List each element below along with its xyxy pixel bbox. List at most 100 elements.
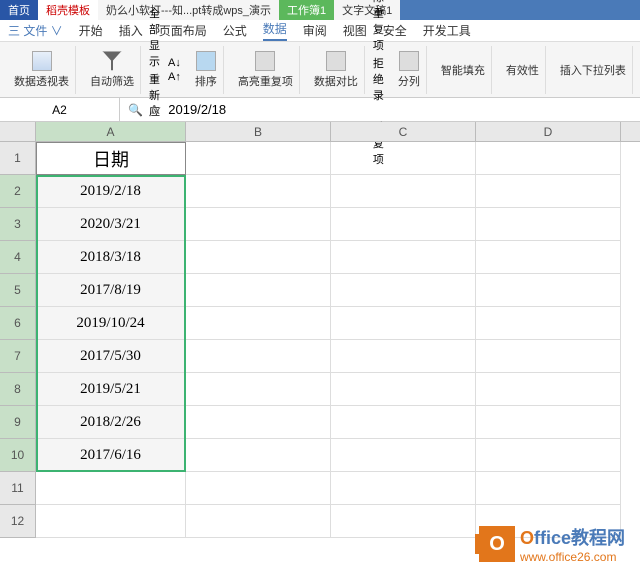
split-group[interactable]: 分列 bbox=[392, 46, 427, 94]
col-header-d[interactable]: D bbox=[476, 122, 621, 141]
cell-b8[interactable] bbox=[186, 373, 331, 406]
row-header-4[interactable]: 4 bbox=[0, 241, 36, 274]
fill-group[interactable]: 智能填充 bbox=[435, 46, 492, 94]
row-header-3[interactable]: 3 bbox=[0, 208, 36, 241]
cell-c9[interactable] bbox=[331, 406, 476, 439]
cell-d4[interactable] bbox=[476, 241, 621, 274]
cell-c8[interactable] bbox=[331, 373, 476, 406]
menu-formula[interactable]: 公式 bbox=[223, 22, 247, 39]
cell-c11[interactable] bbox=[331, 472, 476, 505]
row-header-12[interactable]: 12 bbox=[0, 505, 36, 538]
cell-a1[interactable]: 日期 bbox=[36, 142, 186, 175]
cell-a11[interactable] bbox=[36, 472, 186, 505]
cell-b2[interactable] bbox=[186, 175, 331, 208]
cell-a8[interactable]: 2019/5/21 bbox=[36, 373, 186, 406]
tab-home[interactable]: 首页 bbox=[0, 0, 38, 20]
cell-b10[interactable] bbox=[186, 439, 331, 472]
valid-group[interactable]: 有效性 bbox=[500, 46, 546, 94]
cell-d9[interactable] bbox=[476, 406, 621, 439]
cell-c4[interactable] bbox=[331, 241, 476, 274]
filter-group[interactable]: 自动筛选 bbox=[84, 46, 141, 94]
cell-d10[interactable] bbox=[476, 439, 621, 472]
row-header-5[interactable]: 5 bbox=[0, 274, 36, 307]
tab-doc2[interactable]: 文字文稿1 bbox=[334, 0, 400, 20]
cell-a5[interactable]: 2017/8/19 bbox=[36, 274, 186, 307]
cell-b1[interactable] bbox=[186, 142, 331, 175]
row-header-7[interactable]: 7 bbox=[0, 340, 36, 373]
cell-c10[interactable] bbox=[331, 439, 476, 472]
cell-a9[interactable]: 2018/2/26 bbox=[36, 406, 186, 439]
sort-asc[interactable]: A↓ bbox=[168, 57, 181, 69]
menu-start[interactable]: 开始 bbox=[79, 22, 103, 39]
cell-c6[interactable] bbox=[331, 307, 476, 340]
cell-d2[interactable] bbox=[476, 175, 621, 208]
menu-bar: 三 文件 ∨ 开始 插入 页面布局 公式 数据 审阅 视图 安全 开发工具 bbox=[0, 20, 640, 42]
show-all[interactable]: 全部显示 bbox=[149, 5, 160, 69]
file-menu[interactable]: 三 文件 ∨ bbox=[8, 22, 63, 39]
cell-d3[interactable] bbox=[476, 208, 621, 241]
sort-icons: A↓ A↑ bbox=[168, 57, 181, 83]
cell-b11[interactable] bbox=[186, 472, 331, 505]
tab-sheet[interactable]: 工作簿1 bbox=[279, 0, 334, 20]
cell-a12[interactable] bbox=[36, 505, 186, 538]
cell-b12[interactable] bbox=[186, 505, 331, 538]
cell-d8[interactable] bbox=[476, 373, 621, 406]
cell-b4[interactable] bbox=[186, 241, 331, 274]
cell-a6[interactable]: 2019/10/24 bbox=[36, 307, 186, 340]
row-header-2[interactable]: 2 bbox=[0, 175, 36, 208]
row-header-10[interactable]: 10 bbox=[0, 439, 36, 472]
cell-c1[interactable] bbox=[331, 142, 476, 175]
dropdown-group[interactable]: 插入下拉列表 bbox=[554, 46, 633, 94]
cell-d5[interactable] bbox=[476, 274, 621, 307]
cell-a2[interactable]: 2019/2/18 bbox=[36, 175, 186, 208]
compare-group[interactable]: 数据对比 bbox=[308, 46, 365, 94]
sort-group[interactable]: 排序 bbox=[189, 46, 224, 94]
menu-security[interactable]: 安全 bbox=[383, 22, 407, 39]
menu-insert[interactable]: 插入 bbox=[119, 22, 143, 39]
cell-c7[interactable] bbox=[331, 340, 476, 373]
col-header-b[interactable]: B bbox=[186, 122, 331, 141]
row-header-11[interactable]: 11 bbox=[0, 472, 36, 505]
cell-a4[interactable]: 2018/3/18 bbox=[36, 241, 186, 274]
row-header-8[interactable]: 8 bbox=[0, 373, 36, 406]
row-header-1[interactable]: 1 bbox=[0, 142, 36, 175]
tab-doc1[interactable]: 奶么小软打---知...pt转成wps_演示 bbox=[98, 0, 279, 20]
col-header-a[interactable]: A bbox=[36, 122, 186, 141]
cell-a3[interactable]: 2020/3/21 bbox=[36, 208, 186, 241]
menu-data[interactable]: 数据 bbox=[263, 20, 287, 41]
cell-b7[interactable] bbox=[186, 340, 331, 373]
row-header-9[interactable]: 9 bbox=[0, 406, 36, 439]
tab-template[interactable]: 稻壳模板 bbox=[38, 0, 98, 20]
cell-b5[interactable] bbox=[186, 274, 331, 307]
menu-review[interactable]: 审阅 bbox=[303, 22, 327, 39]
menu-dev[interactable]: 开发工具 bbox=[423, 22, 471, 39]
fx-icon[interactable]: fx bbox=[151, 103, 160, 117]
cell-d6[interactable] bbox=[476, 307, 621, 340]
highlight-group[interactable]: 高亮重复项 bbox=[232, 46, 300, 94]
select-all-corner[interactable] bbox=[0, 122, 36, 141]
cell-c12[interactable] bbox=[331, 505, 476, 538]
name-box-input[interactable] bbox=[8, 103, 111, 117]
cell-d1[interactable] bbox=[476, 142, 621, 175]
zoom-icon[interactable]: 🔍 bbox=[128, 103, 143, 117]
cell-c3[interactable] bbox=[331, 208, 476, 241]
cell-c5[interactable] bbox=[331, 274, 476, 307]
cell-d11[interactable] bbox=[476, 472, 621, 505]
pivot-group[interactable]: 数据透视表 bbox=[8, 46, 76, 94]
menu-view[interactable]: 视图 bbox=[343, 22, 367, 39]
cell-a10[interactable]: 2017/6/16 bbox=[36, 439, 186, 472]
sort-desc[interactable]: A↑ bbox=[168, 71, 181, 83]
cell-b6[interactable] bbox=[186, 307, 331, 340]
cell-d7[interactable] bbox=[476, 340, 621, 373]
col-header-c[interactable]: C bbox=[331, 122, 476, 141]
remove-dup[interactable]: 删除重复项 bbox=[373, 0, 384, 53]
cell-b3[interactable] bbox=[186, 208, 331, 241]
cell-c2[interactable] bbox=[331, 175, 476, 208]
row-header-6[interactable]: 6 bbox=[0, 307, 36, 340]
name-box[interactable] bbox=[0, 98, 120, 121]
cell-a7[interactable]: 2017/5/30 bbox=[36, 340, 186, 373]
cell-b9[interactable] bbox=[186, 406, 331, 439]
valid-label: 有效性 bbox=[506, 62, 539, 78]
menu-layout[interactable]: 页面布局 bbox=[159, 22, 207, 39]
formula-input[interactable] bbox=[168, 102, 632, 117]
